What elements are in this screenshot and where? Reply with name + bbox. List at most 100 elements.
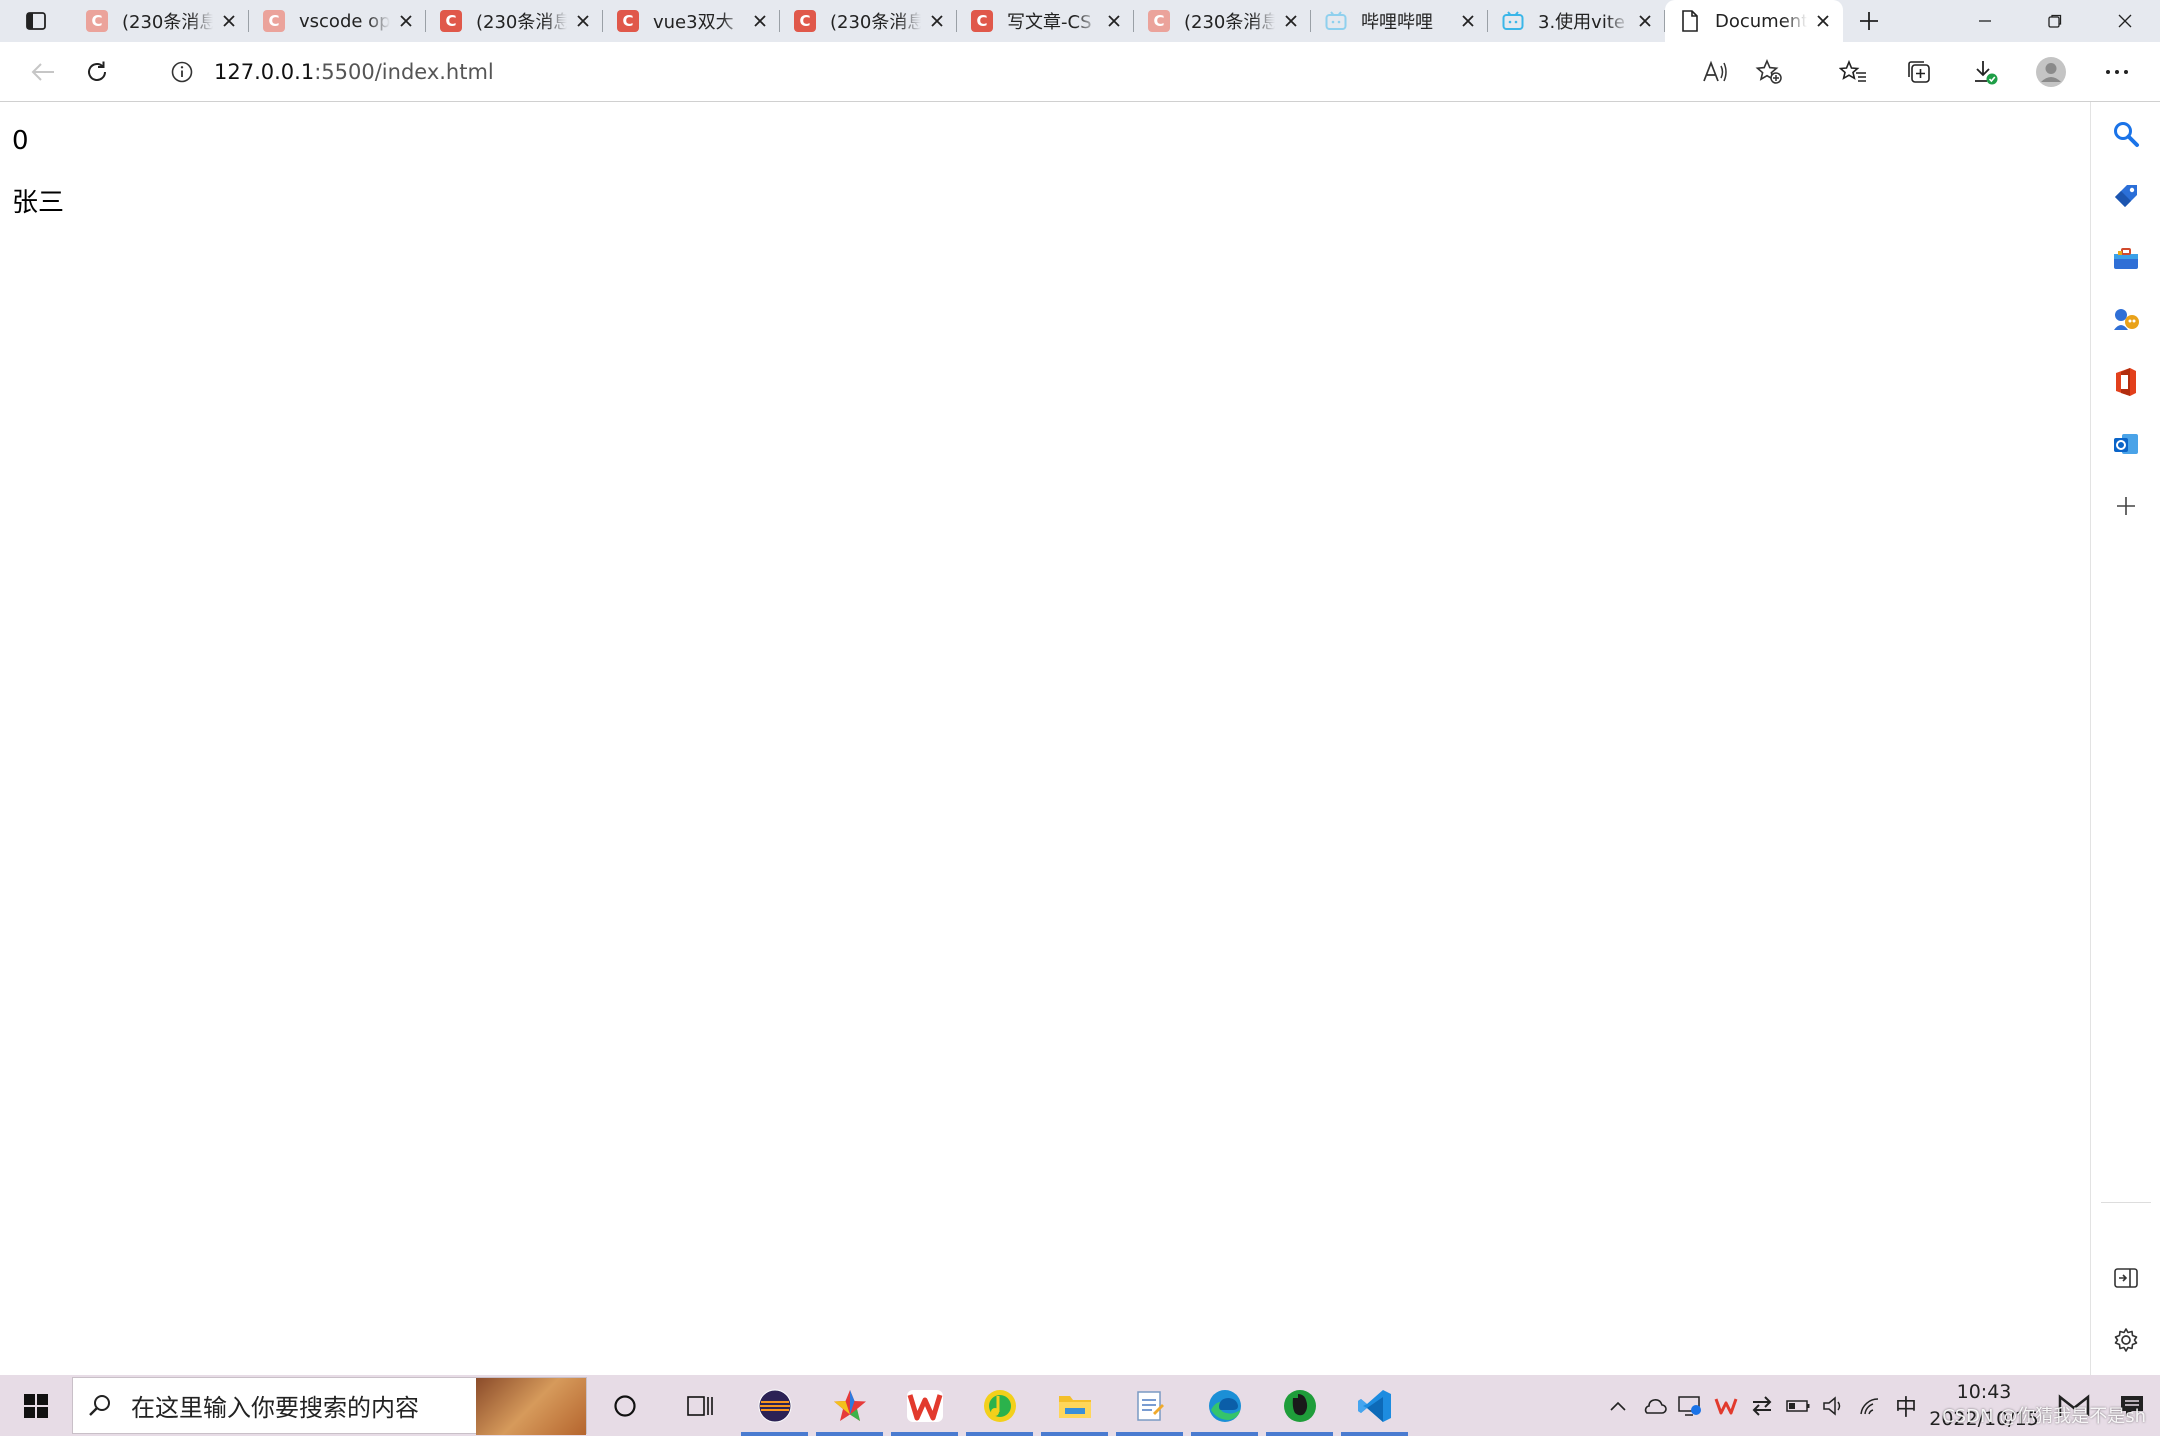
sidebar-add-button[interactable]: [2110, 490, 2142, 522]
close-icon: [1462, 15, 1474, 27]
tab-title: 3.使用vite: [1538, 12, 1625, 33]
tab-close-button[interactable]: [1104, 11, 1124, 31]
screen: C (230条消息 C vscode op C (230条消息 C vue3双大: [0, 0, 2160, 1436]
tab-close-button[interactable]: [750, 11, 770, 31]
tab-5[interactable]: C 写文章-CS: [957, 0, 1134, 42]
taskbar-app-file-explorer[interactable]: [1037, 1375, 1112, 1436]
folder-icon: [1058, 1395, 1091, 1418]
read-aloud-icon: [1703, 60, 1727, 82]
taskbar-app-qqmusic[interactable]: [962, 1375, 1037, 1436]
tab-title: vue3双大: [653, 12, 734, 33]
tab-1[interactable]: C vscode op: [249, 0, 426, 42]
tab-actions-button[interactable]: [0, 0, 72, 42]
onedrive-tray-button[interactable]: [1636, 1375, 1672, 1436]
close-icon: [2118, 14, 2132, 28]
security-tray-button[interactable]: [1672, 1375, 1708, 1436]
back-button[interactable]: [16, 48, 70, 96]
info-icon[interactable]: [170, 60, 194, 84]
tab-0[interactable]: C (230条消息: [72, 0, 249, 42]
eclipse-icon: [758, 1389, 791, 1422]
start-button[interactable]: [0, 1375, 72, 1436]
tab-title: 哔哩哔哩: [1361, 12, 1433, 33]
tab-close-button[interactable]: [396, 11, 416, 31]
tab-title: (230条消息: [122, 12, 213, 33]
sidebar-search-button[interactable]: [2110, 118, 2142, 150]
taskbar-search-box[interactable]: 在这里输入你要搜索的内容: [72, 1377, 587, 1435]
taskbar-app-wps[interactable]: [887, 1375, 962, 1436]
favorites-button[interactable]: [1826, 48, 1880, 96]
tab-close-button[interactable]: [1635, 11, 1655, 31]
tab-title: (230条消息: [476, 12, 567, 33]
tab-close-button[interactable]: [1813, 11, 1833, 31]
downloads-button[interactable]: [1958, 48, 2012, 96]
restore-icon: [2048, 14, 2062, 28]
add-favorite-button[interactable]: [1742, 48, 1796, 96]
search-icon: [89, 1394, 110, 1416]
cortana-button[interactable]: [587, 1375, 662, 1436]
task-view-button[interactable]: [662, 1375, 737, 1436]
taskbar-app-notepad[interactable]: [1112, 1375, 1187, 1436]
taskbar-app-star[interactable]: [812, 1375, 887, 1436]
name-text: 张三: [12, 188, 65, 218]
tab-close-button[interactable]: [219, 11, 239, 31]
tab-close-button[interactable]: [573, 11, 593, 31]
taskbar-app-edge[interactable]: [1187, 1375, 1262, 1436]
csdn-icon: C: [1148, 10, 1170, 32]
sidebar-settings-button[interactable]: [2110, 1324, 2142, 1356]
read-aloud-button[interactable]: [1688, 48, 1742, 96]
games-icon: [2114, 309, 2139, 330]
battery-tray-button[interactable]: [1780, 1375, 1816, 1436]
close-window-button[interactable]: [2090, 0, 2160, 42]
tab-7[interactable]: 哔哩哔哩: [1311, 0, 1488, 42]
minimize-button[interactable]: [1950, 0, 2020, 42]
url-text[interactable]: 127.0.0.1:5500/index.html: [214, 60, 494, 84]
sidebar-games-button[interactable]: [2110, 304, 2142, 336]
taskbar-app-evernote[interactable]: [1262, 1375, 1337, 1436]
csdn-icon: C: [971, 10, 993, 32]
office-icon: [2116, 368, 2136, 396]
refresh-button[interactable]: [70, 48, 124, 96]
volume-tray-button[interactable]: [1816, 1375, 1852, 1436]
sidebar-outlook-button[interactable]: [2110, 428, 2142, 460]
profile-button[interactable]: [2024, 48, 2078, 96]
plus-icon: [1860, 12, 1878, 30]
refresh-icon: [88, 61, 106, 81]
address-bar[interactable]: 127.0.0.1:5500/index.html: [150, 50, 1806, 94]
taskbar-app-vscode[interactable]: [1337, 1375, 1412, 1436]
web-page-content: 0 张三: [0, 102, 2090, 1375]
tab-9-active[interactable]: Document: [1665, 0, 1843, 42]
tab-6[interactable]: C (230条消息: [1134, 0, 1311, 42]
ime-indicator[interactable]: 中: [1888, 1375, 1924, 1436]
sidebar-shopping-button[interactable]: [2110, 180, 2142, 212]
collections-button[interactable]: [1892, 48, 1946, 96]
wps-tray-button[interactable]: [1708, 1375, 1744, 1436]
tab-close-button[interactable]: [1458, 11, 1478, 31]
search-icon: [2114, 122, 2139, 147]
sidebar-office-button[interactable]: [2110, 366, 2142, 398]
tab-close-button[interactable]: [1281, 11, 1301, 31]
tab-4[interactable]: C (230条消息: [780, 0, 957, 42]
wps-icon: [1714, 1397, 1738, 1414]
notepad-icon: [1136, 1390, 1164, 1421]
csdn-icon: C: [440, 10, 462, 32]
close-icon: [1639, 15, 1651, 27]
new-tab-button[interactable]: [1843, 0, 1895, 42]
tab-2[interactable]: C (230条消息: [426, 0, 603, 42]
tab-8[interactable]: 3.使用vite: [1488, 0, 1665, 42]
transfer-tray-button[interactable]: [1744, 1375, 1780, 1436]
network-tray-button[interactable]: [1852, 1375, 1888, 1436]
settings-more-button[interactable]: [2090, 48, 2144, 96]
restore-button[interactable]: [2020, 0, 2090, 42]
search-placeholder: 在这里输入你要搜索的内容: [131, 1394, 419, 1422]
taskbar-app-eclipse[interactable]: [737, 1375, 812, 1436]
watermark-text: CSDN @你猜我是不是sh: [1942, 1406, 2146, 1427]
close-icon: [931, 15, 943, 27]
show-hidden-icons-button[interactable]: [1600, 1375, 1636, 1436]
windows-icon: [24, 1393, 48, 1418]
cortana-icon: [613, 1394, 636, 1417]
tab-3[interactable]: C vue3双大: [603, 0, 780, 42]
sidebar-tools-button[interactable]: [2110, 242, 2142, 274]
tab-title: (230条消息: [830, 12, 921, 33]
tab-close-button[interactable]: [927, 11, 947, 31]
sidebar-hide-button[interactable]: [2110, 1262, 2142, 1294]
